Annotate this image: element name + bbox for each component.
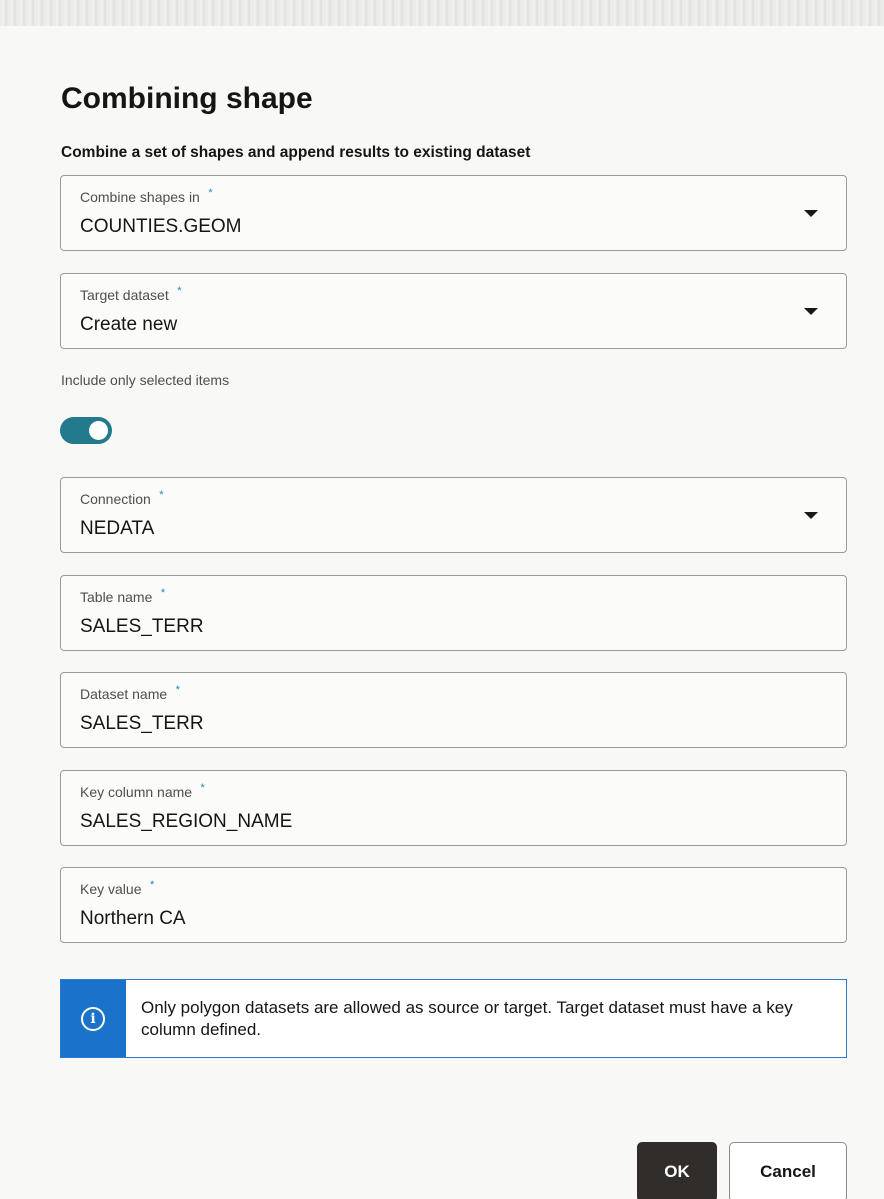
combine-shapes-in-label-wrap: Combine shapes in * [80, 187, 213, 207]
key-value-value[interactable]: Northern CA [80, 908, 186, 930]
table-name-field[interactable]: Table name * SALES_TERR [60, 575, 847, 651]
table-name-label: Table name [80, 589, 153, 605]
info-message: i Only polygon datasets are allowed as s… [60, 979, 847, 1058]
key-value-field[interactable]: Key value * Northern CA [60, 867, 847, 943]
dataset-name-label-wrap: Dataset name * [80, 684, 180, 704]
dialog-title: Combining shape [61, 82, 313, 115]
dialog-subtitle: Combine a set of shapes and append resul… [61, 144, 531, 161]
required-marker: * [160, 587, 166, 599]
required-marker: * [177, 285, 182, 297]
chevron-down-icon[interactable] [804, 512, 818, 519]
key-value-label: Key value [80, 881, 142, 897]
required-marker: * [159, 489, 164, 501]
combine-shapes-in-select[interactable]: Combine shapes in * COUNTIES.GEOM [60, 175, 847, 251]
connection-label: Connection [80, 491, 151, 507]
key-column-name-label: Key column name [80, 784, 193, 800]
dataset-name-value[interactable]: SALES_TERR [80, 713, 204, 735]
info-message-text: Only polygon datasets are allowed as sou… [141, 998, 793, 1039]
combine-shapes-in-value: COUNTIES.GEOM [80, 216, 242, 237]
required-marker: * [200, 782, 205, 794]
required-marker: * [175, 684, 180, 696]
key-column-name-field[interactable]: Key column name * SALES_REGION_NAME [60, 770, 847, 846]
target-dataset-label: Target dataset [80, 287, 169, 303]
chevron-down-icon[interactable] [804, 210, 818, 217]
table-name-value[interactable]: SALES_TERR [80, 616, 204, 638]
target-dataset-select[interactable]: Target dataset * Create new [60, 273, 847, 349]
combining-shape-dialog: Combining shape Combine a set of shapes … [0, 26, 884, 1199]
key-value-label-wrap: Key value * [80, 879, 155, 899]
toggle-knob [89, 421, 108, 440]
required-marker: * [149, 879, 155, 891]
ok-button[interactable]: OK [637, 1142, 717, 1199]
chevron-down-icon[interactable] [804, 308, 818, 315]
target-dataset-value: Create new [80, 314, 178, 335]
combine-shapes-in-label: Combine shapes in [80, 189, 200, 205]
dataset-name-label: Dataset name [80, 686, 168, 702]
required-marker: * [208, 187, 213, 199]
connection-value: NEDATA [80, 518, 155, 539]
include-selected-label: Include only selected items [61, 372, 230, 388]
key-column-name-label-wrap: Key column name * [80, 782, 205, 802]
key-column-name-value[interactable]: SALES_REGION_NAME [80, 811, 292, 833]
dataset-name-field[interactable]: Dataset name * SALES_TERR [60, 672, 847, 748]
connection-label-wrap: Connection * [80, 489, 164, 509]
top-strip [0, 0, 884, 26]
table-name-label-wrap: Table name * [80, 587, 166, 607]
info-icon: i [81, 1007, 105, 1031]
include-selected-toggle[interactable] [60, 417, 112, 444]
info-accent-bar: i [61, 980, 126, 1057]
target-dataset-label-wrap: Target dataset * [80, 285, 182, 305]
cancel-button[interactable]: Cancel [729, 1142, 847, 1199]
connection-select[interactable]: Connection * NEDATA [60, 477, 847, 553]
